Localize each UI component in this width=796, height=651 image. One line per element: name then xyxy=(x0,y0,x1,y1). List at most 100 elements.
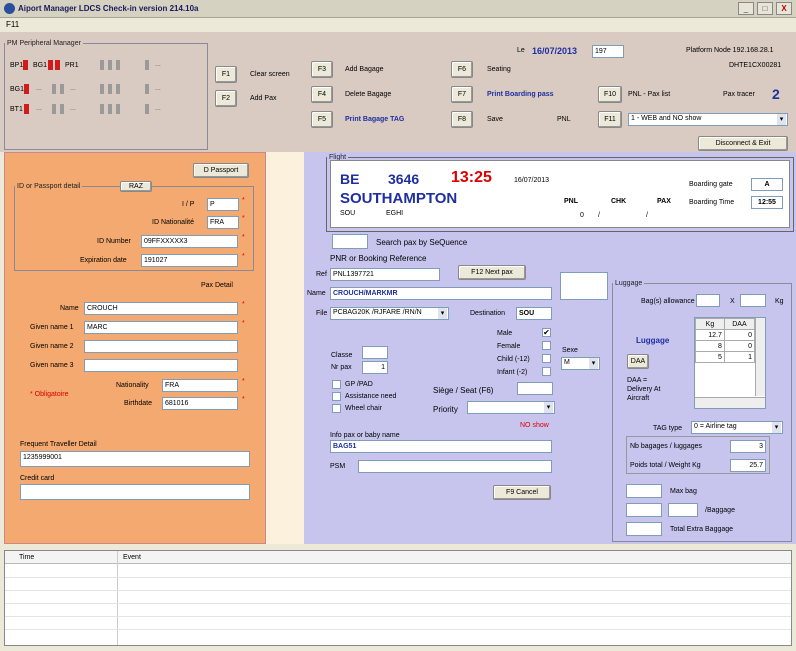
infant-checkbox[interactable] xyxy=(542,367,551,376)
info-pax-field[interactable]: BAG51 xyxy=(330,440,552,453)
credit-card-field[interactable] xyxy=(20,484,250,500)
ref-field[interactable]: PNL1397721 xyxy=(330,268,440,281)
luggage-kg-cell[interactable]: 12.7 xyxy=(695,329,725,341)
f10-button[interactable]: F10 xyxy=(598,86,622,103)
given-name-1-field[interactable]: MARC xyxy=(84,321,238,334)
node-id: DHTE1CX00281 xyxy=(729,62,782,69)
boarding-gate-field[interactable]: A xyxy=(751,178,783,191)
current-date: 16/07/2013 xyxy=(532,46,578,56)
psm-label: PSM xyxy=(330,463,346,470)
extra-field-1[interactable] xyxy=(626,503,662,517)
bag-allowance-kg[interactable] xyxy=(740,294,766,307)
sequence-field[interactable] xyxy=(332,234,368,249)
passport-detail-legend: ID or Passport detail xyxy=(17,183,81,190)
gp-pad-checkbox[interactable] xyxy=(332,380,341,389)
luggage-col-kg: Kg xyxy=(695,318,725,330)
given-name-2-field[interactable] xyxy=(84,340,238,353)
given-name-3-field[interactable] xyxy=(84,359,238,372)
nationality-field[interactable]: FRA xyxy=(162,379,238,392)
seat-field[interactable] xyxy=(517,382,553,395)
tag-type-select[interactable]: 0 = Airline tag xyxy=(691,421,783,434)
gp-pad-label: GP /PAD xyxy=(345,381,373,388)
priority-select[interactable] xyxy=(467,401,555,414)
file-select[interactable]: PCBAG20K /RJFARE /RN/N xyxy=(330,307,449,320)
luggage-kg-cell[interactable]: 8 xyxy=(695,340,725,352)
luggage-daa-cell[interactable]: 1 xyxy=(723,351,756,363)
raz-button[interactable]: RAZ xyxy=(120,181,152,192)
date-prefix: Le xyxy=(517,47,525,54)
destination-field[interactable]: SOU xyxy=(516,307,552,320)
f6-button[interactable]: F6 xyxy=(451,61,473,78)
female-checkbox[interactable] xyxy=(542,341,551,350)
id-nationality-label: ID Nationalité xyxy=(152,219,195,226)
nb-bagages-field[interactable]: 3 xyxy=(730,440,766,453)
boarding-time-field[interactable]: 12:55 xyxy=(751,196,783,209)
luggage-kg-cell[interactable]: 5 xyxy=(695,351,725,363)
luggage-grid[interactable]: Kg DAA 12.7 0 8 0 5 1 xyxy=(694,317,766,409)
web-noshow-select[interactable]: 1 - WEB and NO show xyxy=(628,113,788,126)
minimize-button[interactable]: _ xyxy=(738,2,754,15)
f8-label: Save xyxy=(487,116,503,123)
horizontal-scrollbar[interactable] xyxy=(695,397,765,408)
f8-button[interactable]: F8 xyxy=(451,111,473,128)
male-checkbox[interactable]: ✔ xyxy=(542,328,551,337)
event-log[interactable]: Time Event xyxy=(4,550,792,646)
nb-pax-label: Nr pax xyxy=(331,364,352,371)
menu-item-f11[interactable]: F11 xyxy=(6,20,19,29)
frequent-traveller-field[interactable]: 1235999001 xyxy=(20,451,250,467)
id-number-field[interactable]: 09FFXXXXX3 xyxy=(141,235,238,248)
maximize-button[interactable]: □ xyxy=(757,2,773,15)
psm-field[interactable] xyxy=(358,460,552,473)
luggage-daa-cell[interactable]: 0 xyxy=(723,329,756,341)
birthdate-label: Birthdate xyxy=(124,400,153,407)
sexe-select[interactable]: M xyxy=(561,357,600,370)
pax-name-field[interactable]: CROUCH/MARKMR xyxy=(330,287,552,300)
event-column-header[interactable]: Event xyxy=(123,554,141,561)
daa-button[interactable]: DAA xyxy=(627,354,649,369)
expiration-date-field[interactable]: 191027 xyxy=(141,254,238,267)
airport-code: SOU xyxy=(340,210,356,217)
cancel-button[interactable]: F9 Cancel xyxy=(493,485,551,500)
f3-button[interactable]: F3 xyxy=(311,61,333,78)
bag-allowance-count[interactable] xyxy=(696,294,720,307)
pax-tracer-value: 2 xyxy=(772,86,780,102)
d-passport-button[interactable]: D Passport xyxy=(193,163,249,178)
required-star: * xyxy=(242,253,245,260)
counter-field[interactable]: 197 xyxy=(592,45,624,58)
assistance-checkbox[interactable] xyxy=(332,392,341,401)
peripheral-manager-group: PM Peripheral Manager xyxy=(4,40,208,150)
f7-button[interactable]: F7 xyxy=(451,86,473,103)
f11-button[interactable]: F11 xyxy=(598,111,622,128)
total-extra-field[interactable] xyxy=(626,522,662,536)
f2-button[interactable]: F2 xyxy=(215,90,237,107)
f5-button[interactable]: F5 xyxy=(311,111,333,128)
vertical-scrollbar[interactable] xyxy=(755,318,765,396)
classe-field[interactable] xyxy=(362,346,388,359)
bg1-label: BG1 xyxy=(33,62,48,69)
close-button[interactable]: X xyxy=(776,2,792,15)
luggage-legend: Luggage xyxy=(615,280,643,287)
periph-status-icon xyxy=(52,84,56,94)
destination-label: Destination xyxy=(470,310,506,317)
file-label: File xyxy=(316,310,328,317)
total-weight-field[interactable]: 25.7 xyxy=(730,459,766,472)
f1-button[interactable]: F1 xyxy=(215,66,237,83)
nb-pax-field[interactable]: 1 xyxy=(362,361,388,374)
birthdate-field[interactable]: 681016 xyxy=(162,397,238,410)
max-bag-field[interactable] xyxy=(626,484,662,498)
periph-status-icon xyxy=(108,104,112,114)
required-star: * xyxy=(242,396,245,403)
max-bag-label: Max bag xyxy=(670,488,697,495)
extra-ref-field[interactable] xyxy=(560,272,608,300)
name-field[interactable]: CROUCH xyxy=(84,302,238,315)
disconnect-exit-button[interactable]: Disconnect & Exit xyxy=(698,136,788,151)
wheelchair-checkbox[interactable] xyxy=(332,404,341,413)
id-nationality-field[interactable]: FRA xyxy=(207,216,239,229)
next-pax-button[interactable]: F12 Next pax xyxy=(458,265,526,280)
luggage-daa-cell[interactable]: 0 xyxy=(723,340,756,352)
time-column-header[interactable]: Time xyxy=(19,554,34,561)
ip-field[interactable]: P xyxy=(207,198,239,211)
child-checkbox[interactable] xyxy=(542,354,551,363)
f4-button[interactable]: F4 xyxy=(311,86,333,103)
per-bag-field[interactable] xyxy=(668,503,698,517)
